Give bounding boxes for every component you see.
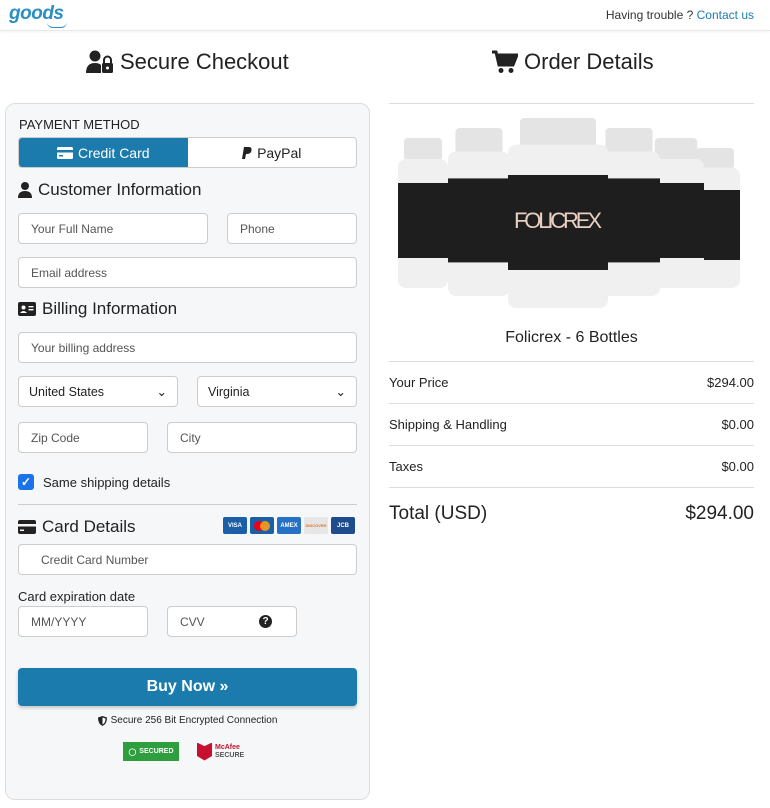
paypal-icon [242,146,252,159]
trust-badges: ◯ SECURED McAfee SECURE [123,742,244,761]
divider [389,445,754,446]
mastercard-icon [250,517,274,534]
price-row: Your Price $294.00 [389,375,754,390]
secure-checkout-heading: Secure Checkout [86,49,289,75]
cvv-input[interactable]: CVV? [167,606,297,637]
tab-credit-card[interactable]: Credit Card [19,138,188,167]
payment-method-tabs: Credit Card PayPal [18,137,357,168]
user-lock-icon [86,50,113,73]
shipping-row: Shipping & Handling $0.00 [389,417,754,432]
help-text: Having trouble ? Contact us [605,8,754,22]
email-input[interactable]: Email address [18,257,357,288]
secure-connection-text: Secure 256 Bit Encrypted Connection [6,715,369,726]
shield-icon [97,715,107,726]
lock-icon: ◯ [128,748,137,756]
card-details-heading: Card Details [18,517,136,537]
bottle: FOLICREX [508,118,608,308]
taxes-row: Taxes $0.00 [389,459,754,474]
id-card-icon [18,302,36,316]
jcb-icon: JCB [331,517,355,534]
tab-paypal[interactable]: PayPal [188,138,357,167]
card-number-input[interactable]: Credit Card Number [18,544,357,575]
expiry-input[interactable]: MM/YYYY [18,606,148,637]
full-name-input[interactable]: Your Full Name [18,213,208,244]
divider [18,504,357,505]
mcafee-badge: McAfee SECURE [197,742,244,761]
checkout-form-panel: PAYMENT METHOD Credit Card PayPal Custom… [5,103,370,800]
question-circle-icon[interactable]: ? [259,615,272,628]
trustguard-badge: ◯ SECURED [123,742,179,761]
bottle [448,128,510,296]
visa-icon: VISA [223,517,247,534]
product-name: Folicrex - 6 Bottles [505,329,638,346]
buygoods-logo[interactable]: buygoods [9,3,360,605]
credit-card-icon [56,146,73,159]
expiration-label: Card expiration date [18,589,136,604]
chevron-down-icon: ⌄ [156,385,167,399]
divider [389,103,754,104]
user-icon [18,182,32,198]
contact-us-link[interactable]: Contact us [697,8,754,22]
amex-icon: AMEX [277,517,301,534]
cart-icon [492,50,518,73]
mcafee-shield-icon [197,742,212,761]
zip-input[interactable]: Zip Code [18,422,148,453]
order-details-heading: Order Details [492,49,654,75]
same-shipping-checkbox[interactable]: ✓ Same shipping details [18,474,170,490]
bottle [398,138,448,288]
divider [389,403,754,404]
divider [389,487,754,488]
discover-icon: DISCOVER [304,517,328,534]
city-input[interactable]: City [167,422,357,453]
top-bar: buygoods Having trouble ? Contact us [0,0,770,605]
checkmark-icon[interactable]: ✓ [18,474,34,490]
credit-card-icon [18,520,36,534]
customer-info-heading: Customer Information [18,180,201,200]
card-brand-logos: VISA AMEX DISCOVER JCB [223,517,355,534]
payment-method-label: PAYMENT METHOD [19,117,140,132]
billing-info-heading: Billing Information [18,299,177,319]
svg-text:FOLICREX: FOLICREX [514,208,602,233]
divider [389,361,754,362]
chevron-down-icon: ⌄ [335,385,346,399]
billing-address-input[interactable]: Your billing address [18,332,357,363]
total-row: Total (USD) $294.00 [389,503,754,524]
product-image: FOLICREX [398,118,746,308]
state-select[interactable]: Virginia ⌄ [197,376,357,407]
country-select[interactable]: United States ⌄ [18,376,178,407]
buy-now-button[interactable]: Buy Now » [18,668,357,706]
phone-input[interactable]: Phone [227,213,357,244]
